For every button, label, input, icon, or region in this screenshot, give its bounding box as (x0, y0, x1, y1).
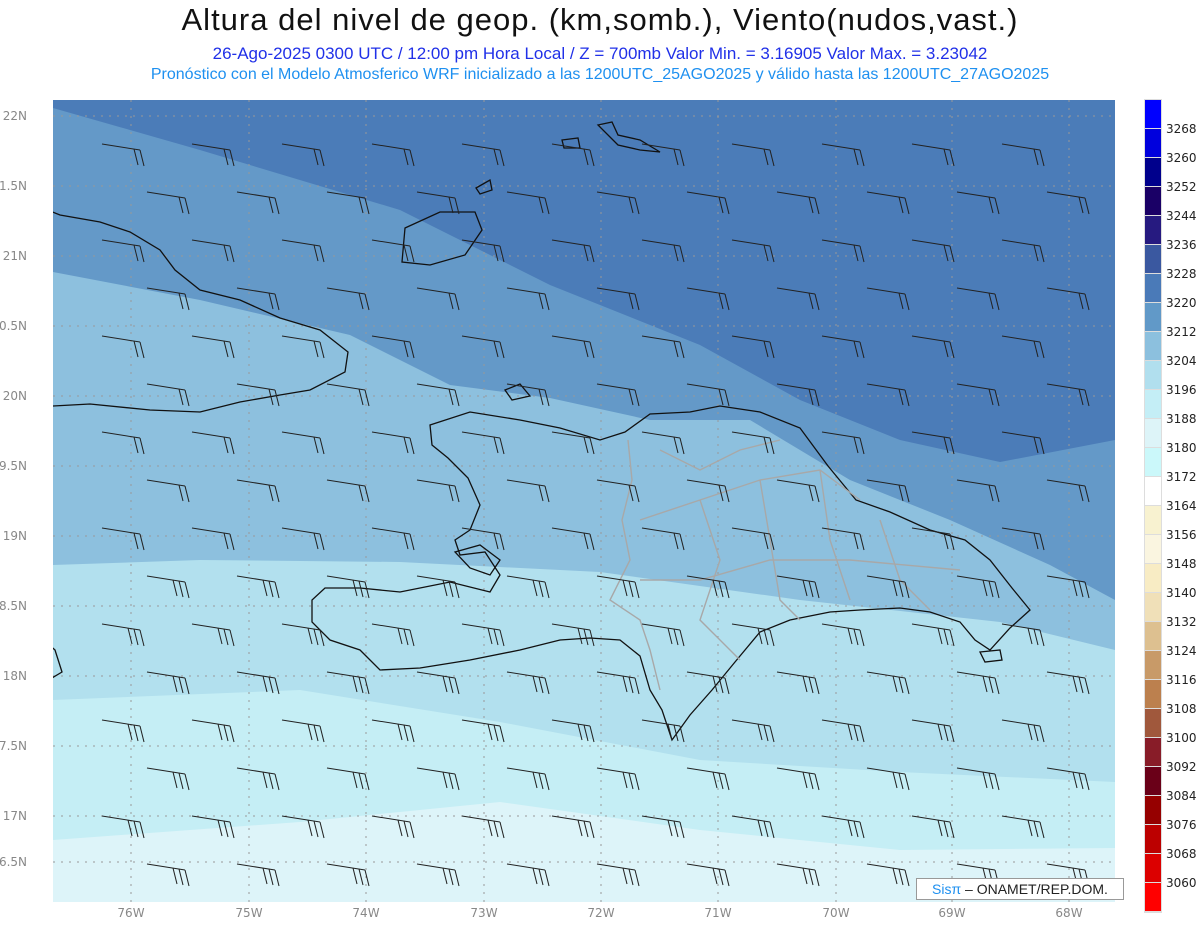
colorbar-swatch (1145, 651, 1161, 679)
colorbar-level: 3188 (1166, 412, 1197, 426)
lon-label: 71W (704, 906, 731, 920)
lon-label: 74W (352, 906, 379, 920)
geopotential-contour-fill (53, 100, 1115, 902)
lat-label: 9.5N (0, 459, 27, 473)
colorbar-level: 3140 (1166, 586, 1197, 600)
lat-label: 17N (3, 809, 27, 823)
colorbar-level: 3172 (1166, 470, 1197, 484)
colorbar-level: 3212 (1166, 325, 1197, 339)
colorbar-level: 3076 (1166, 818, 1197, 832)
colorbar-swatch (1145, 303, 1161, 331)
lon-label: 73W (470, 906, 497, 920)
lat-label: 21N (3, 249, 27, 263)
lat-label: 7.5N (0, 739, 27, 753)
lat-label: 18N (3, 669, 27, 683)
lat-label: 20N (3, 389, 27, 403)
colorbar-swatch (1145, 361, 1161, 389)
colorbar-swatch (1145, 709, 1161, 737)
colorbar-swatch (1145, 593, 1161, 621)
lat-label: 0.5N (0, 319, 27, 333)
colorbar-swatch (1145, 448, 1161, 476)
colorbar-level: 3060 (1166, 876, 1197, 890)
lat-label: 8.5N (0, 599, 27, 613)
credit-text: – ONAMET/REP.DOM. (961, 881, 1108, 897)
colorbar-swatch (1145, 622, 1161, 650)
colorbar-level: 3100 (1166, 731, 1197, 745)
colorbar-level: 3108 (1166, 702, 1197, 716)
lon-label: 72W (587, 906, 614, 920)
colorbar-level: 3156 (1166, 528, 1197, 542)
lon-label: 69W (938, 906, 965, 920)
colorbar-swatch (1145, 332, 1161, 360)
colorbar-swatch (1145, 883, 1161, 911)
colorbar-swatch (1145, 245, 1161, 273)
map-canvas: 76W 75W 74W 73W 72W 71W 70W 69W 68W 22N 1.5N 21N 0.5… (0, 99, 1197, 920)
colorbar-level: 3148 (1166, 557, 1197, 571)
colorbar-level: 3220 (1166, 296, 1197, 310)
colorbar-swatch (1145, 100, 1161, 128)
colorbar-swatch (1145, 216, 1161, 244)
colorbar-level: 3124 (1166, 644, 1197, 658)
colorbar-level: 3084 (1166, 789, 1197, 803)
colorbar-swatch (1145, 158, 1161, 186)
colorbar-swatch (1145, 767, 1161, 795)
colorbar-swatch (1145, 506, 1161, 534)
map-title: Altura del nivel de geop. (km,somb.), Vi… (181, 2, 1019, 37)
lon-label: 70W (822, 906, 849, 920)
colorbar-level: 3244 (1166, 209, 1197, 223)
colorbar-swatch (1145, 535, 1161, 563)
colorbar-level: 3260 (1166, 151, 1197, 165)
colorbar-level: 3092 (1166, 760, 1197, 774)
colorbar-level: 3132 (1166, 615, 1197, 629)
colorbar-level: 3068 (1166, 847, 1197, 861)
colorbar-swatch (1145, 680, 1161, 708)
colorbar-level: 3196 (1166, 383, 1197, 397)
colorbar-swatch (1145, 477, 1161, 505)
lon-label: 76W (117, 906, 144, 920)
colorbar-swatch (1145, 564, 1161, 592)
colorbar-level: 3268 (1166, 122, 1197, 136)
lat-label: 19N (3, 529, 27, 543)
colorbar-level: 3236 (1166, 238, 1197, 252)
colorbar-swatch (1145, 419, 1161, 447)
colorbar-swatch (1145, 825, 1161, 853)
map-subtitle-validtime: 26-Ago-2025 0300 UTC / 12:00 pm Hora Loc… (212, 44, 988, 63)
lon-label: 75W (235, 906, 262, 920)
colorbar-swatch (1145, 854, 1161, 882)
colorbar-level: 3116 (1166, 673, 1197, 687)
colorbar-swatch (1145, 390, 1161, 418)
colorbar: 3268 3260 3252 3244 3236 3228 3220 3212 3204 3196… (1144, 99, 1197, 913)
colorbar-swatch (1145, 796, 1161, 824)
colorbar-level: 3252 (1166, 180, 1197, 194)
colorbar-level: 3164 (1166, 499, 1197, 513)
colorbar-level: 3204 (1166, 354, 1197, 368)
colorbar-swatch (1145, 187, 1161, 215)
lat-label: 6.5N (0, 855, 27, 869)
colorbar-swatch (1145, 129, 1161, 157)
credit-box: Sisπ – ONAMET/REP.DOM. (916, 878, 1124, 900)
colorbar-swatch (1145, 274, 1161, 302)
colorbar-level: 3180 (1166, 441, 1197, 455)
sispi-logo: Sisπ (932, 881, 962, 897)
colorbar-swatch (1145, 738, 1161, 766)
map-subtitle-model: Pronóstico con el Modelo Atmosferico WRF… (150, 66, 1050, 83)
colorbar-level: 3228 (1166, 267, 1197, 281)
lat-label: 1.5N (0, 179, 27, 193)
lat-label: 22N (3, 109, 27, 123)
lon-label: 68W (1055, 906, 1082, 920)
